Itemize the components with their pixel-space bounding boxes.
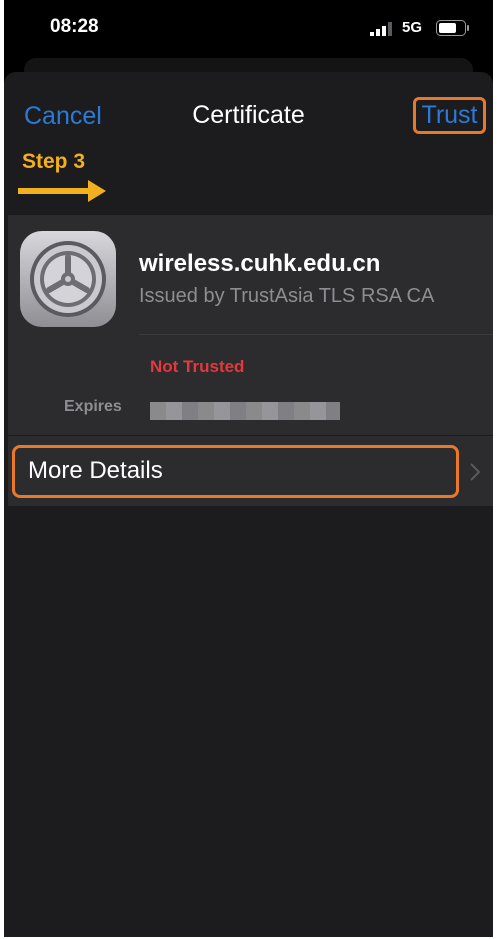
more-details-label[interactable]: More Details: [28, 457, 163, 485]
trust-status-label: Not Trusted: [150, 357, 245, 376]
battery-icon: [436, 20, 469, 36]
status-bar: 08:28 5G: [4, 0, 493, 58]
chevron-right-icon: [470, 463, 480, 481]
network-type: 5G: [402, 19, 423, 36]
certificate-issuer: Issued by TrustAsia TLS RSA CA: [139, 285, 435, 307]
settings-gear-icon: [20, 231, 116, 327]
status-time: 08:28: [50, 16, 99, 37]
expires-label: Expires: [64, 398, 122, 415]
phone-screen: 08:28 5G Cancel Certificate Trust Step 3: [4, 0, 493, 937]
empty-content-area: [4, 506, 493, 937]
card-divider: [139, 334, 493, 335]
certificate-name: wireless.cuhk.edu.cn: [139, 250, 381, 277]
cellular-signal-icon: [370, 22, 392, 36]
trust-button[interactable]: Trust: [413, 97, 486, 134]
right-arrow-icon: [18, 180, 106, 202]
expires-value-redacted: [150, 402, 340, 420]
step-annotation: Step 3: [22, 150, 86, 173]
